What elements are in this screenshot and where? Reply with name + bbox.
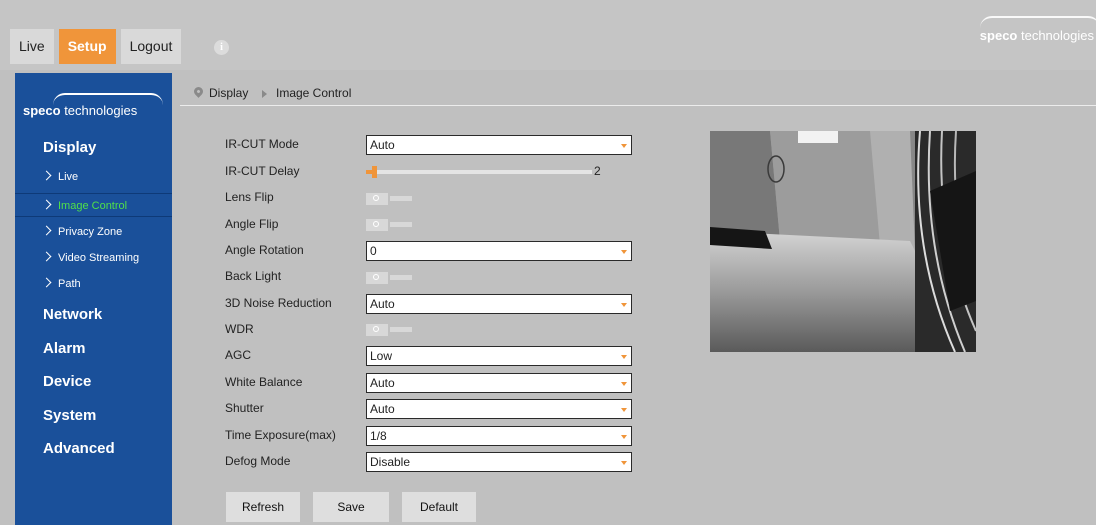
nav-setup-button[interactable]: Setup <box>58 29 116 64</box>
defog-mode-value: Disable <box>370 455 411 469</box>
caret-down-icon <box>621 303 627 307</box>
angle-rotation-select[interactable]: 0 <box>366 241 632 261</box>
brand-logo: speco technologies <box>979 16 1096 43</box>
breadcrumb-page: Image Control <box>276 86 352 100</box>
caret-down-icon <box>621 382 627 386</box>
breadcrumb-section: Display <box>209 86 249 100</box>
caret-down-icon <box>621 408 627 412</box>
shutter-label: Shutter <box>225 401 264 415</box>
lens-flip-label: Lens Flip <box>225 190 274 204</box>
location-pin-icon <box>192 85 205 98</box>
camera-preview-image <box>710 131 976 352</box>
slider-rail <box>366 170 592 174</box>
sidebar-item-label: Image Control <box>58 200 128 212</box>
ircut-mode-label: IR-CUT Mode <box>225 137 299 151</box>
lens-flip-toggle[interactable] <box>366 193 412 205</box>
ircut-delay-value: 2 <box>594 164 601 178</box>
sidebar-section-display[interactable]: Display <box>43 139 96 156</box>
slider-thumb[interactable] <box>372 166 377 178</box>
sidebar-logo-rest: technologies <box>60 103 138 118</box>
noise-reduction-select[interactable]: Auto <box>366 294 632 314</box>
caret-down-icon <box>621 355 627 359</box>
time-exposure-value: 1/8 <box>370 429 387 443</box>
chevron-right-icon <box>41 199 52 210</box>
sidebar-item-privacy-zone[interactable]: Privacy Zone <box>15 220 172 244</box>
default-button[interactable]: Default <box>402 492 476 522</box>
shutter-value: Auto <box>370 402 395 416</box>
angle-rotation-label: Angle Rotation <box>225 243 304 257</box>
sidebar-section-alarm[interactable]: Alarm <box>43 340 86 357</box>
noise-reduction-value: Auto <box>370 297 395 311</box>
info-icon[interactable]: i <box>214 40 229 55</box>
sidebar-item-image-control[interactable]: Image Control <box>15 193 172 217</box>
sidebar-section-network[interactable]: Network <box>43 306 102 323</box>
sidebar-item-label: Video Streaming <box>58 252 140 264</box>
back-light-toggle[interactable] <box>366 272 412 284</box>
caret-down-icon <box>621 461 627 465</box>
angle-flip-label: Angle Flip <box>225 217 279 231</box>
ircut-delay-label: IR-CUT Delay <box>225 164 300 178</box>
white-balance-select[interactable]: Auto <box>366 373 632 393</box>
nav-live-button[interactable]: Live <box>10 29 54 64</box>
sidebar-logo: speco technologies <box>23 93 163 118</box>
time-exposure-label: Time Exposure(max) <box>225 428 336 442</box>
ircut-mode-select[interactable]: Auto <box>366 135 632 155</box>
brand-logo-rest: technologies <box>1017 28 1094 43</box>
white-balance-label: White Balance <box>225 375 303 389</box>
chevron-right-icon <box>41 277 52 288</box>
sidebar-item-live[interactable]: Live <box>15 165 172 189</box>
wdr-label: WDR <box>225 322 254 336</box>
top-bar: Live Setup Logout i speco technologies <box>0 0 1096 70</box>
chevron-right-icon <box>41 170 52 181</box>
sidebar-logo-bold: speco <box>23 103 61 118</box>
chevron-right-icon <box>41 251 52 262</box>
noise-reduction-label: 3D Noise Reduction <box>225 296 332 310</box>
triangle-right-icon <box>262 90 267 98</box>
breadcrumb: Display Image Control <box>180 80 1096 106</box>
sidebar-item-path[interactable]: Path <box>15 272 172 296</box>
time-exposure-select[interactable]: 1/8 <box>366 426 632 446</box>
angle-flip-toggle[interactable] <box>366 219 412 231</box>
sidebar-item-label: Privacy Zone <box>58 226 123 238</box>
wdr-toggle[interactable] <box>366 324 412 336</box>
caret-down-icon <box>621 144 627 148</box>
caret-down-icon <box>621 250 627 254</box>
shutter-select[interactable]: Auto <box>366 399 632 419</box>
chevron-right-icon <box>41 225 52 236</box>
angle-rotation-value: 0 <box>370 244 377 258</box>
sidebar: speco technologies Display Live Image Co… <box>15 73 172 525</box>
refresh-button[interactable]: Refresh <box>226 492 300 522</box>
white-balance-value: Auto <box>370 376 395 390</box>
sidebar-section-device[interactable]: Device <box>43 373 91 390</box>
ircut-mode-value: Auto <box>370 138 395 152</box>
brand-logo-bold: speco <box>979 28 1018 43</box>
sidebar-section-advanced[interactable]: Advanced <box>43 440 115 457</box>
main-nav: Live Setup Logout <box>10 29 182 64</box>
sidebar-item-video-streaming[interactable]: Video Streaming <box>15 246 172 270</box>
sidebar-item-label: Path <box>58 278 81 290</box>
camera-preview <box>710 131 976 352</box>
defog-mode-label: Defog Mode <box>225 454 291 468</box>
defog-mode-select[interactable]: Disable <box>366 452 632 472</box>
sidebar-item-label: Live <box>58 171 79 183</box>
back-light-label: Back Light <box>225 269 282 283</box>
nav-logout-button[interactable]: Logout <box>120 29 182 64</box>
ircut-delay-slider[interactable] <box>366 166 592 178</box>
agc-label: AGC <box>225 348 252 362</box>
caret-down-icon <box>621 435 627 439</box>
agc-select[interactable]: Low <box>366 346 632 366</box>
save-button[interactable]: Save <box>313 492 389 522</box>
sidebar-section-system[interactable]: System <box>43 407 96 424</box>
agc-value: Low <box>370 349 393 363</box>
